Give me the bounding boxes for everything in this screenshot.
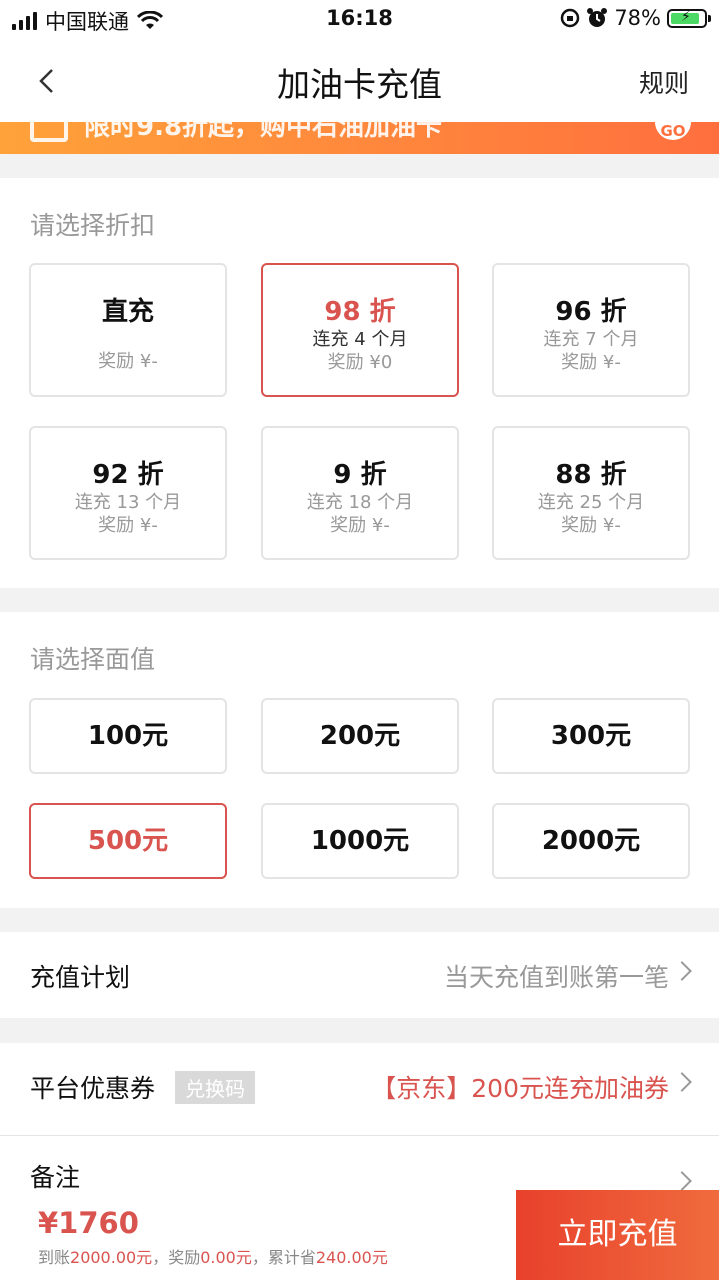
battery-icon: ⚡ [667, 8, 711, 28]
face-value-label: 2000元 [541, 826, 641, 856]
redeem-code-badge[interactable]: 兑换码 [175, 1071, 255, 1104]
face-value-label: 100元 [87, 721, 169, 751]
face-value-option-1000[interactable]: 1000元 [261, 803, 459, 879]
face-value-label: 200元 [319, 721, 401, 751]
summary-text: ，累计省 [251, 1248, 316, 1267]
banner-text: 限时9.8折起，购中石油加油卡 [84, 122, 443, 142]
discount-label: 96 折 [555, 297, 627, 327]
arrive-amount: 2000.00元 [70, 1248, 153, 1267]
discount-label: 88 折 [555, 460, 627, 490]
coupon-row[interactable]: 平台优惠券 兑换码 【京东】200元连充加油券 [0, 1043, 719, 1135]
discount-months: 连充 18 个月 [306, 492, 414, 513]
discount-option-88[interactable]: 88 折 连充 25 个月 奖励 ¥- [492, 426, 690, 560]
discount-reward: 奖励 ¥- [98, 515, 158, 536]
face-value-option-2000[interactable]: 2000元 [492, 803, 690, 879]
promo-banner[interactable]: 限时9.8折起，购中石油加油卡 GO [0, 122, 719, 154]
face-value-option-200[interactable]: 200元 [261, 698, 459, 774]
discount-reward: 奖励 ¥- [561, 515, 621, 536]
face-value-section: 请选择面值 100元 200元 300元 500元 1000元 2000元 [0, 612, 719, 908]
summary-text: ，奖励 [152, 1248, 201, 1267]
discount-reward: 奖励 ¥- [98, 351, 158, 372]
recharge-now-button[interactable]: 立即充值 [516, 1190, 719, 1280]
total-price: ¥1760 [38, 1206, 139, 1240]
discount-reward: 奖励 ¥- [330, 515, 390, 536]
discount-option-98[interactable]: 98 折 连充 4 个月 奖励 ¥0 [261, 263, 459, 397]
page-title: 加油卡充值 [277, 65, 442, 104]
discount-label: 98 折 [324, 297, 396, 327]
status-bar: 中国联通 16:18 78% ⚡ [0, 0, 719, 40]
discount-months: 连充 13 个月 [74, 492, 182, 513]
discount-label: 直充 [101, 297, 154, 327]
recharge-plan-row[interactable]: 充值计划 当天充值到账第一笔 [0, 932, 719, 1018]
recharge-plan-label: 充值计划 [30, 963, 131, 992]
discount-option-90[interactable]: 9 折 连充 18 个月 奖励 ¥- [261, 426, 459, 560]
alarm-icon [587, 8, 608, 27]
card-icon [30, 122, 68, 142]
discount-label: 92 折 [92, 460, 164, 490]
rotation-lock-icon [561, 8, 580, 28]
face-value-label: 300元 [550, 721, 632, 751]
face-value-option-100[interactable]: 100元 [29, 698, 227, 774]
coupon-label: 平台优惠券 [30, 1074, 156, 1103]
recharge-plan-value: 当天充值到账第一笔 [443, 963, 669, 992]
discount-option-96[interactable]: 96 折 连充 7 个月 奖励 ¥- [492, 263, 690, 397]
face-value-section-title: 请选择面值 [30, 645, 156, 674]
chevron-right-icon [672, 1072, 692, 1092]
summary-text: 到账 [38, 1248, 71, 1267]
footer-bar: ¥1760 到账2000.00元，奖励0.00元，累计省240.00元 立即充值 [0, 1190, 719, 1280]
discount-reward: 奖励 ¥0 [327, 352, 393, 373]
rules-link[interactable]: 规则 [639, 64, 689, 100]
status-right: 78% ⚡ [560, 6, 711, 30]
discount-option-direct[interactable]: 直充 奖励 ¥- [29, 263, 227, 397]
saved-amount: 240.00元 [315, 1248, 388, 1267]
coupon-value: 【京东】200元连充加油券 [371, 1074, 669, 1103]
order-summary: 到账2000.00元，奖励0.00元，累计省240.00元 [38, 1244, 388, 1268]
discount-section-title: 请选择折扣 [30, 211, 156, 240]
face-value-option-300[interactable]: 300元 [492, 698, 690, 774]
face-value-label: 500元 [87, 826, 169, 856]
chevron-right-icon [672, 1171, 692, 1190]
chevron-right-icon [672, 961, 692, 981]
discount-months: 连充 7 个月 [543, 329, 639, 350]
face-value-label: 1000元 [310, 826, 410, 856]
reward-amount: 0.00元 [200, 1248, 252, 1267]
discount-section: 请选择折扣 直充 奖励 ¥- 98 折 连充 4 个月 奖励 ¥0 96 折 连… [0, 178, 719, 588]
face-value-option-500[interactable]: 500元 [29, 803, 227, 879]
nav-bar: 加油卡充值 规则 [0, 40, 719, 122]
discount-option-92[interactable]: 92 折 连充 13 个月 奖励 ¥- [29, 426, 227, 560]
discount-reward: 奖励 ¥- [561, 352, 621, 373]
discount-months: 连充 4 个月 [312, 329, 408, 350]
discount-months: 连充 25 个月 [537, 492, 645, 513]
remark-row[interactable]: 备注 [0, 1136, 719, 1190]
battery-percent: 78% [614, 6, 661, 30]
banner-go-button[interactable]: GO [655, 122, 691, 140]
discount-label: 9 折 [333, 460, 387, 490]
remark-label: 备注 [30, 1163, 81, 1190]
